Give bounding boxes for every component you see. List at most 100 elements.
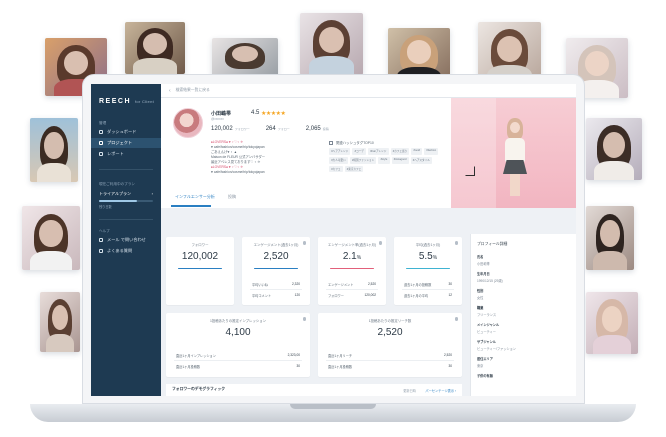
profile-stats: 120,002 フォロワー 264 フォロー 2,065 投稿 xyxy=(211,126,329,132)
card-row: 直近1ヶ月インプレッション 2,323,00 xyxy=(176,353,300,358)
hashtag-icon xyxy=(329,140,333,145)
card-value: 2.1% xyxy=(342,251,362,262)
photo-tile xyxy=(125,22,185,74)
mail-icon xyxy=(99,238,103,242)
photo-tile xyxy=(300,13,363,75)
stat-label: フォロー xyxy=(277,127,290,131)
tab-posts[interactable]: 投稿 xyxy=(228,194,236,200)
profile-field: 性別 女性 xyxy=(477,289,484,300)
photo-tile xyxy=(30,118,78,182)
section-title: フォロワーのデモグラフィック xyxy=(172,387,226,391)
card-accent-bar xyxy=(178,268,222,270)
card-title: フォロワー xyxy=(191,243,209,247)
sidebar-item-faq[interactable]: よくある質問 xyxy=(91,246,161,256)
card-row: 過去1ヶ月の平均 12 xyxy=(404,293,452,298)
back-icon[interactable]: ‹ xyxy=(169,88,171,94)
star-rating-icon: ★★★★★ xyxy=(261,111,286,117)
profile-field: 子供の有無 xyxy=(477,374,493,378)
hashtag-chip: #韓国ファッション xyxy=(349,156,377,164)
stat-number: 2,065 xyxy=(305,126,321,132)
tab-bar: インフルエンサー分析 投稿 xyxy=(161,184,451,208)
card-row: フォロワー 120,002 xyxy=(328,293,376,298)
sidebar-item-label: よくある質問 xyxy=(107,248,133,253)
featured-photo xyxy=(451,98,576,208)
app-logo[interactable]: REECH for Client xyxy=(91,84,161,105)
stat-label: 投稿 xyxy=(322,127,329,131)
plan-row[interactable]: トライアルプラン › xyxy=(91,191,161,197)
profile-field: 氏名 小田嶋帯 xyxy=(477,255,490,266)
card-title: 1投稿あたりの推定インプレッション xyxy=(209,319,267,323)
chevron-right-icon: › xyxy=(151,190,153,196)
plan-name: トライアルプラン xyxy=(99,190,131,196)
sidebar: REECH for Client 管理 ダッシュボード プロジェクト レポート 現… xyxy=(91,84,161,396)
stat-followers: 120,002 フォロワー xyxy=(211,126,250,132)
hashtag-list: #ヘアアレンジ #コーデ #hairアレンジ #カフェ巡り #ootd #fashion #… xyxy=(329,148,439,173)
hashtag-chip: #fashion xyxy=(424,148,439,155)
hashtag-chip: #大人可愛い xyxy=(329,156,348,164)
dashboard-icon xyxy=(99,130,103,134)
hashtag-chip: #ヘアスタイル xyxy=(410,156,432,164)
stat-posts: 2,065 投稿 xyxy=(306,126,329,132)
panel-title: プロフィール詳細 xyxy=(477,242,508,246)
card-value: 120,002 xyxy=(181,251,219,262)
hashtag-chip: #カフェ巡り xyxy=(390,148,410,155)
photo-tile xyxy=(586,206,634,270)
card-title: エンゲージメント(過去1ヶ月) xyxy=(253,243,299,247)
card-row: 直近1ヶ月投稿数 30 xyxy=(176,364,300,369)
hashtags-title: 関連ハッシュタグTOP10 xyxy=(329,140,374,145)
topbar: ‹ 検索結果一覧に戻る xyxy=(161,84,576,98)
help-section-label: ヘルプ xyxy=(99,229,110,233)
profile-field: 居住エリア 東京 xyxy=(477,357,493,368)
card-row: 平均コメント 120 xyxy=(252,293,300,298)
card-value: 5.5% xyxy=(418,251,438,262)
tab-influencer-analysis[interactable]: インフルエンサー分析 xyxy=(175,194,215,200)
info-icon[interactable] xyxy=(454,317,458,321)
plan-progress-bar xyxy=(99,199,153,202)
profile-field: 生年月日 1990/12/15 (29歳) xyxy=(477,272,503,283)
metric-card-engagement-rate: エンゲージメント率(過去1ヶ月) 2.1% エンゲージメント 2,520 フォロワ… xyxy=(318,237,386,305)
profile-field: 職業 フリーランス xyxy=(477,306,497,317)
card-accent-bar xyxy=(330,268,374,270)
sidebar-item-dashboard[interactable]: ダッシュボード xyxy=(91,127,161,137)
hashtag-chip: #コーデ xyxy=(352,148,366,155)
rating-score: 4.5 xyxy=(251,110,260,116)
info-icon[interactable] xyxy=(302,317,306,321)
metric-card-average: 平均(過去1ヶ月) 5.5% 過去1ヶ月の投稿数 30 過去1ヶ月の平均 12 xyxy=(394,237,462,305)
sidebar-item-report[interactable]: レポート xyxy=(91,149,161,159)
info-icon[interactable] xyxy=(302,241,306,245)
bio-line: ♥ cafe/fashion/cosme/trip/tokyojapan xyxy=(211,170,265,174)
card-value: 2,520 xyxy=(263,251,289,262)
percentage-toggle-link[interactable]: パーセンテージ表示 › xyxy=(425,388,456,393)
report-icon xyxy=(99,152,103,156)
faq-icon xyxy=(99,249,103,253)
avatar xyxy=(173,108,203,138)
metric-card-reach: 1投稿あたりの推定リーチ数 2,520 直近1ヶ月リーチ 2,520 直近1ヶ月投… xyxy=(318,313,462,377)
card-value: 4,100 xyxy=(225,327,251,338)
hashtag-chip: #instagood xyxy=(391,156,409,164)
hashtag-chip: #style xyxy=(378,156,390,164)
project-icon xyxy=(99,141,103,145)
sidebar-item-project[interactable]: プロジェクト xyxy=(91,138,161,148)
photo-tile xyxy=(40,292,80,352)
hashtag-chip: #hairアレンジ xyxy=(368,148,389,155)
hashtag-chip: #東京カフェ xyxy=(344,165,364,173)
card-title: エンゲージメント率(過去1ヶ月) xyxy=(327,243,377,247)
sidebar-section-label: 管理 xyxy=(99,121,107,125)
info-icon[interactable] xyxy=(378,241,382,245)
photo-tile xyxy=(22,206,80,270)
sidebar-item-mail[interactable]: メール で問い合わせ xyxy=(91,235,161,245)
hashtag-chip: #カフェ xyxy=(329,165,343,173)
sidebar-item-label: プロジェクト xyxy=(107,140,133,145)
card-title: 1投稿あたりの推定リーチ数 xyxy=(368,319,412,323)
card-row: 平均いいね 2,320 xyxy=(252,282,300,287)
info-icon[interactable] xyxy=(454,241,458,245)
card-row: 直近1ヶ月投稿数 30 xyxy=(328,364,452,369)
hashtag-chip: #ヘアアレンジ xyxy=(329,148,351,155)
card-row: エンゲージメント 2,520 xyxy=(328,282,376,287)
plan-label: 現在ご利用中のプラン xyxy=(99,181,135,186)
card-accent-bar xyxy=(254,268,298,270)
breadcrumb[interactable]: 検索結果一覧に戻る xyxy=(176,88,210,93)
sidebar-item-label: レポート xyxy=(107,151,124,156)
hashtags-title-text: 関連ハッシュタグTOP10 xyxy=(336,141,374,145)
profile-field: メインジャンル ビューティー xyxy=(477,323,500,334)
